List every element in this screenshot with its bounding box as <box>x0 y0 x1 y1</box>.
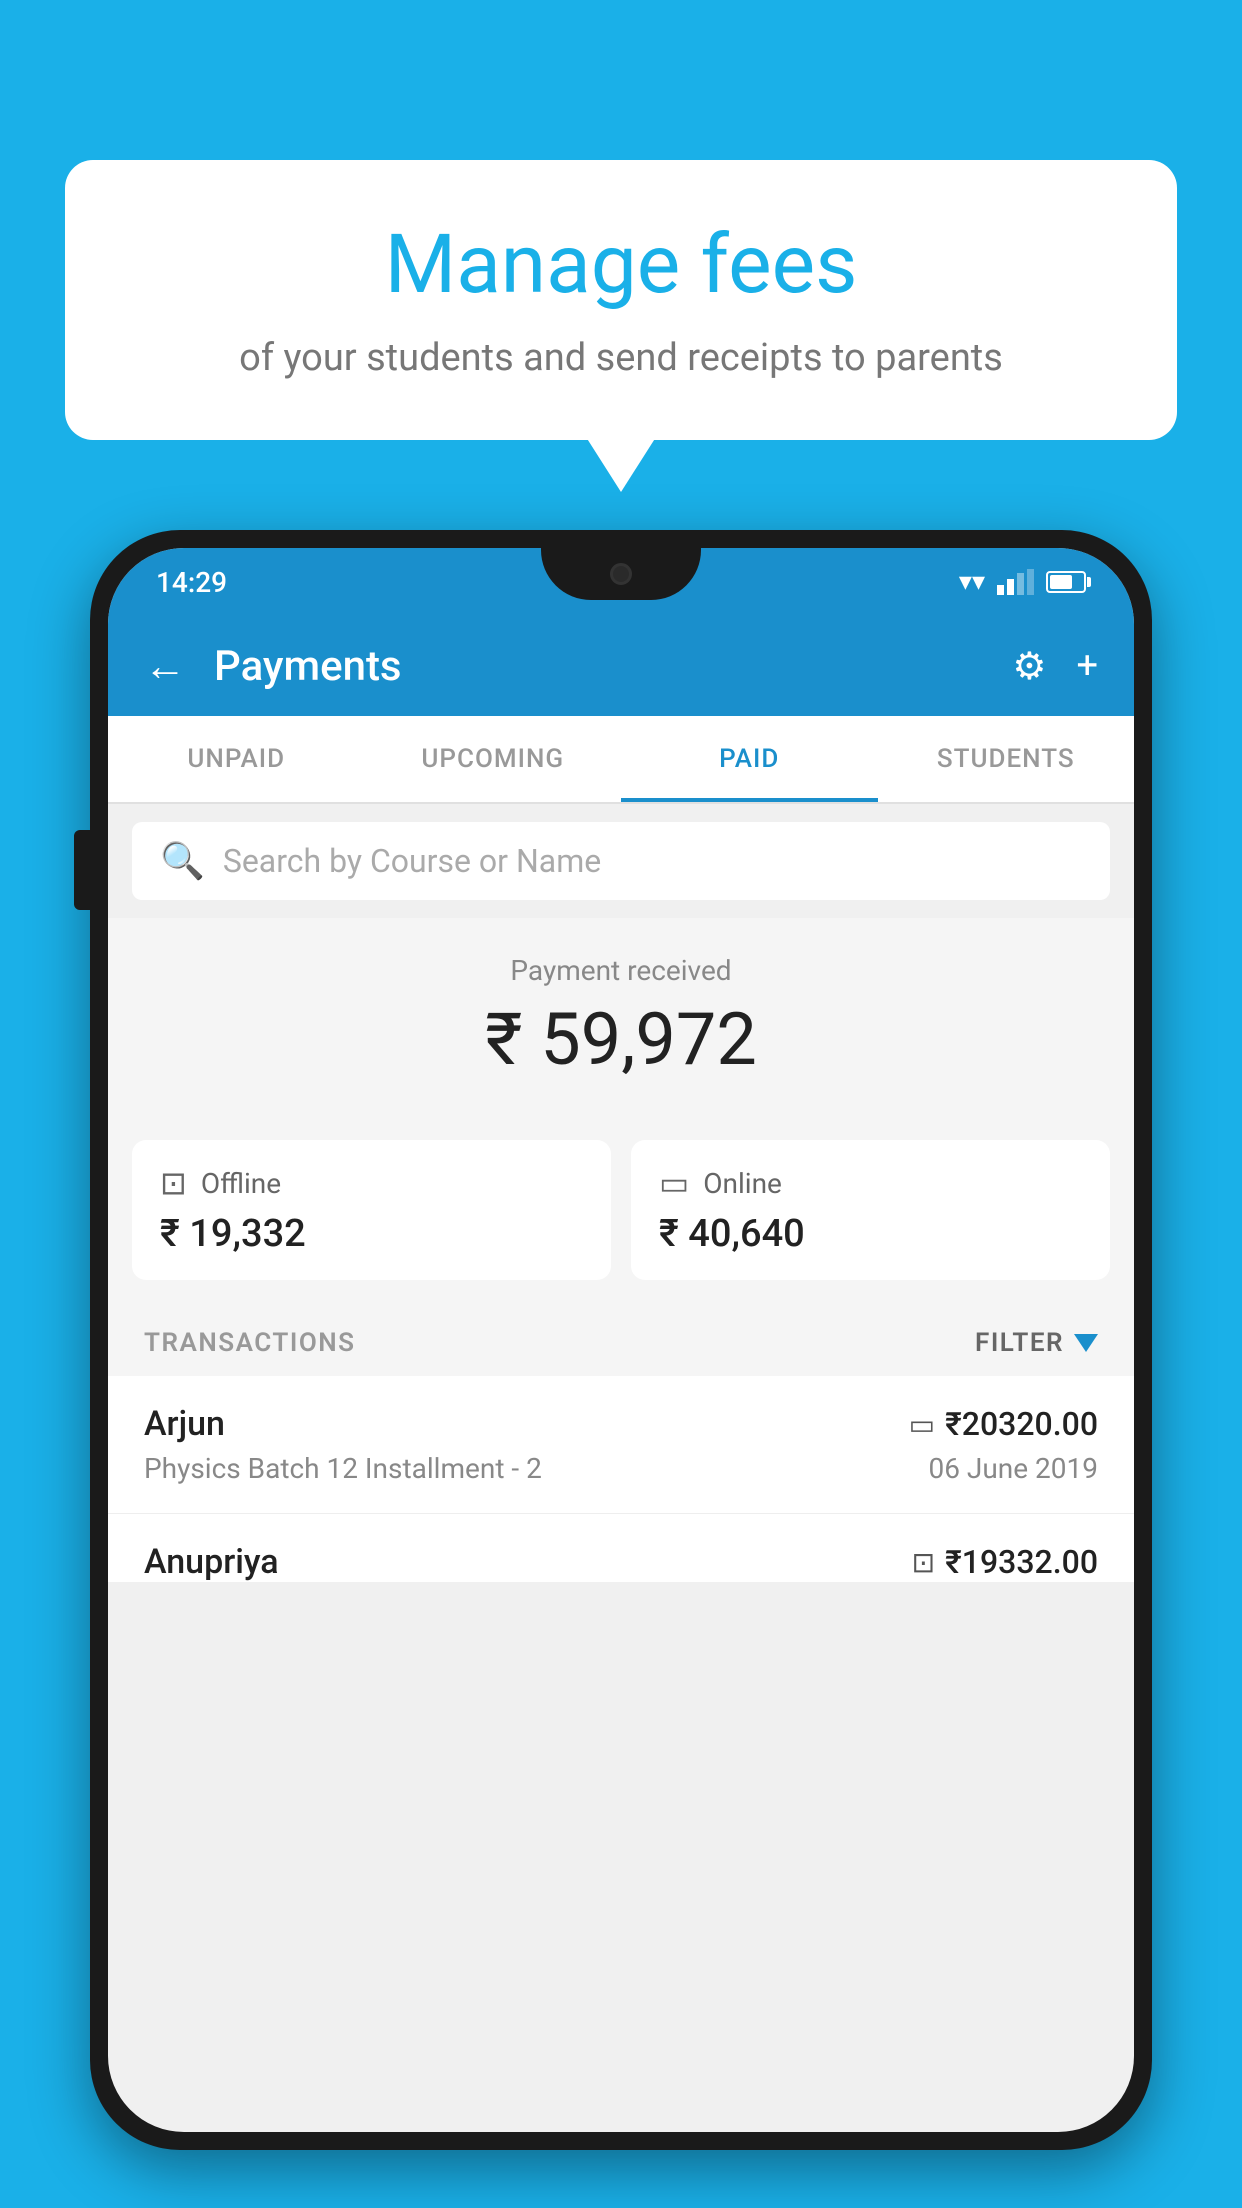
add-icon[interactable]: + <box>1076 644 1098 688</box>
transaction-date: 06 June 2019 <box>928 1452 1098 1485</box>
online-amount: ₹ 40,640 <box>659 1212 1082 1256</box>
signal-bars <box>997 569 1034 595</box>
search-placeholder-text: Search by Course or Name <box>223 842 601 880</box>
card-payment-icon: ▭ <box>909 1408 935 1441</box>
speech-bubble: Manage fees of your students and send re… <box>65 160 1177 440</box>
manage-fees-subtitle: of your students and send receipts to pa… <box>115 332 1127 385</box>
transaction-item-partial[interactable]: Anupriya ⊡ ₹19332.00 <box>108 1514 1134 1582</box>
transaction-item[interactable]: Arjun ▭ ₹20320.00 Physics Batch 12 Insta… <box>108 1376 1134 1514</box>
transaction-row1: Arjun ▭ ₹20320.00 <box>144 1404 1098 1444</box>
transaction-name-2: Anupriya <box>144 1542 279 1582</box>
tab-paid[interactable]: PAID <box>621 716 878 802</box>
transaction-amount-wrap: ▭ ₹20320.00 <box>909 1405 1098 1443</box>
speech-bubble-container: Manage fees of your students and send re… <box>65 160 1177 440</box>
notch <box>541 548 701 600</box>
payment-received-label: Payment received <box>132 954 1110 987</box>
filter-triangle-icon <box>1074 1334 1098 1352</box>
tab-students[interactable]: STUDENTS <box>878 716 1135 802</box>
page-title: Payments <box>214 642 1012 691</box>
offline-amount: ₹ 19,332 <box>160 1212 583 1256</box>
transactions-label: TRANSACTIONS <box>144 1328 356 1358</box>
background: Manage fees of your students and send re… <box>0 0 1242 2208</box>
cash-icon: ⊡ <box>160 1164 187 1202</box>
status-icons: ▾▾ <box>959 567 1086 597</box>
manage-fees-title: Manage fees <box>115 220 1127 310</box>
transaction-amount-2: ₹19332.00 <box>945 1543 1098 1581</box>
payment-received-section: Payment received ₹ 59,972 <box>108 918 1134 1140</box>
offline-label: Offline <box>201 1167 281 1200</box>
back-button[interactable]: ← <box>144 642 186 691</box>
transaction-name: Arjun <box>144 1404 225 1444</box>
online-card-header: ▭ Online <box>659 1164 1082 1202</box>
status-bar: 14:29 ▾▾ <box>108 548 1134 616</box>
search-icon: 🔍 <box>160 840 205 882</box>
tab-upcoming[interactable]: UPCOMING <box>365 716 622 802</box>
filter-button[interactable]: FILTER <box>975 1328 1098 1358</box>
card-icon: ▭ <box>659 1164 689 1202</box>
cash-payment-icon: ⊡ <box>912 1546 935 1579</box>
filter-label: FILTER <box>975 1328 1064 1358</box>
phone-frame: 14:29 ▾▾ ← Payments <box>90 530 1152 2150</box>
transactions-header: TRANSACTIONS FILTER <box>108 1304 1134 1376</box>
online-payment-card: ▭ Online ₹ 40,640 <box>631 1140 1110 1280</box>
camera-dot <box>610 563 632 585</box>
status-time: 14:29 <box>156 566 227 599</box>
battery-icon <box>1046 571 1086 593</box>
wifi-icon: ▾▾ <box>959 567 985 597</box>
app-bar-icons: ⚙ + <box>1012 644 1098 689</box>
app-bar: ← Payments ⚙ + <box>108 616 1134 716</box>
settings-icon[interactable]: ⚙ <box>1012 644 1046 689</box>
battery-fill <box>1050 575 1072 589</box>
transaction-course: Physics Batch 12 Installment - 2 <box>144 1452 542 1485</box>
payment-cards: ⊡ Offline ₹ 19,332 ▭ Online ₹ 40,640 <box>108 1140 1134 1304</box>
transaction-amount: ₹20320.00 <box>945 1405 1098 1443</box>
transaction-row2: Physics Batch 12 Installment - 2 06 June… <box>144 1452 1098 1485</box>
offline-card-header: ⊡ Offline <box>160 1164 583 1202</box>
phone-wrapper: 14:29 ▾▾ ← Payments <box>90 530 1152 2208</box>
payment-received-amount: ₹ 59,972 <box>132 997 1110 1082</box>
offline-payment-card: ⊡ Offline ₹ 19,332 <box>132 1140 611 1280</box>
phone-screen: 14:29 ▾▾ ← Payments <box>108 548 1134 2132</box>
online-label: Online <box>703 1167 782 1200</box>
tabs-bar: UNPAID UPCOMING PAID STUDENTS <box>108 716 1134 804</box>
tab-unpaid[interactable]: UNPAID <box>108 716 365 802</box>
transaction-row1-partial: Anupriya ⊡ ₹19332.00 <box>144 1542 1098 1582</box>
search-bar[interactable]: 🔍 Search by Course or Name <box>132 822 1110 900</box>
content-area: 🔍 Search by Course or Name Payment recei… <box>108 822 1134 1582</box>
transaction-list: Arjun ▭ ₹20320.00 Physics Batch 12 Insta… <box>108 1376 1134 1582</box>
transaction-amount-wrap-2: ⊡ ₹19332.00 <box>912 1543 1098 1581</box>
